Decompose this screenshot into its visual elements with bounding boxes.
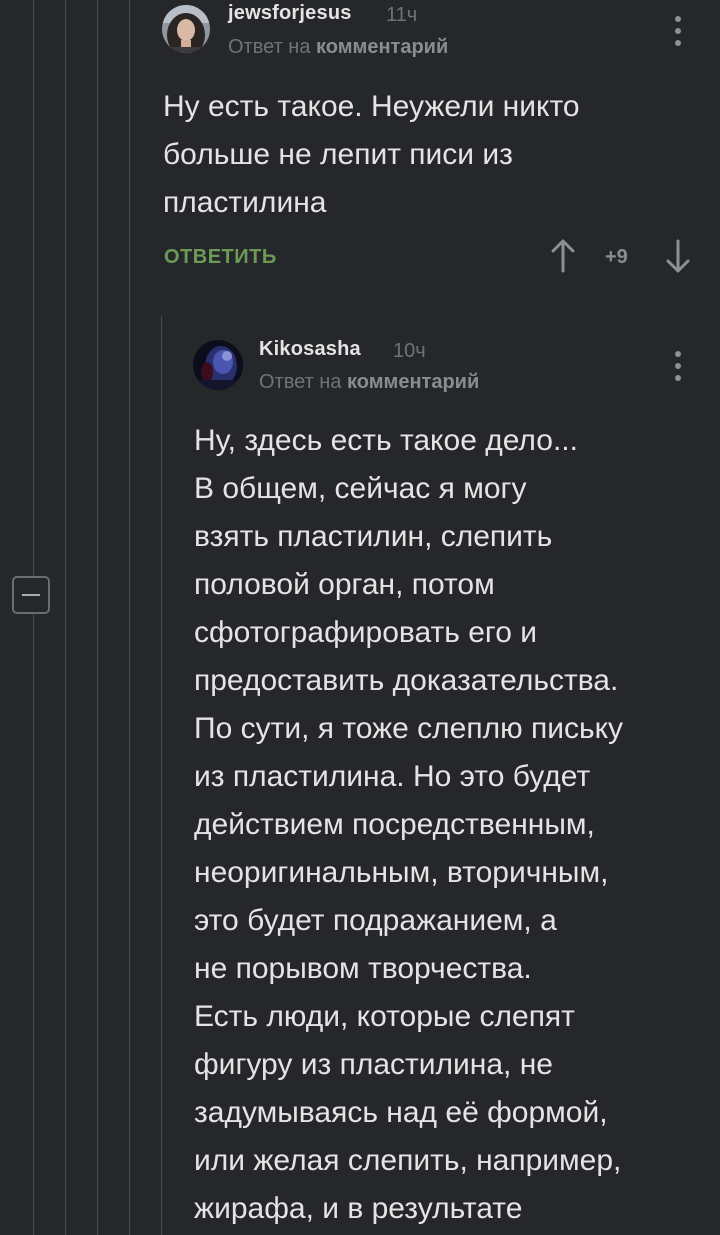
dark-blue-face-icon — [193, 340, 243, 390]
thread-line[interactable] — [33, 614, 34, 1235]
comment-text: Ну есть такое. Неужели никто больше не л… — [163, 90, 580, 219]
thread-line[interactable] — [65, 0, 66, 1235]
comment-menu-button[interactable] — [673, 351, 683, 381]
username[interactable]: jewsforjesus — [228, 2, 352, 25]
thread-line[interactable] — [33, 0, 34, 576]
kebab-dot — [675, 40, 681, 46]
minus-icon — [22, 594, 40, 596]
reply-to-link[interactable]: комментарий — [316, 36, 448, 58]
girl-photo-icon — [162, 5, 210, 53]
reply-to-link[interactable]: комментарий — [347, 371, 479, 393]
kebab-dot — [675, 16, 681, 22]
reply-to-prefix: Ответ на — [228, 36, 317, 58]
timestamp: 10ч — [393, 340, 426, 362]
arrow-up-icon[interactable] — [549, 239, 577, 273]
reply-to-prefix: Ответ на — [259, 371, 348, 393]
reply-to-line: Ответ на комментарий — [228, 36, 448, 59]
avatar[interactable] — [162, 5, 210, 53]
thread-line[interactable] — [161, 316, 162, 1235]
kebab-dot — [675, 351, 681, 357]
kebab-dot — [675, 375, 681, 381]
thread-line[interactable] — [129, 0, 130, 1235]
kebab-dot — [675, 363, 681, 369]
comment-thread: jewsforjesus 11ч Ответ на комментарий Ну… — [0, 0, 720, 1235]
arrow-down-icon[interactable] — [664, 239, 692, 273]
username[interactable]: Kikosasha — [259, 338, 361, 361]
collapse-thread-button[interactable] — [12, 576, 50, 614]
reply-button[interactable]: ОТВЕТИТЬ — [164, 246, 277, 269]
avatar[interactable] — [193, 340, 243, 390]
comment-text: Ну, здесь есть такое дело... В общем, се… — [194, 424, 624, 1225]
reply-to-line: Ответ на комментарий — [259, 371, 479, 394]
timestamp: 11ч — [386, 4, 418, 26]
comment-menu-button[interactable] — [673, 16, 683, 46]
thread-line[interactable] — [97, 0, 98, 1235]
vote-score: +9 — [605, 246, 628, 268]
kebab-dot — [675, 28, 681, 34]
